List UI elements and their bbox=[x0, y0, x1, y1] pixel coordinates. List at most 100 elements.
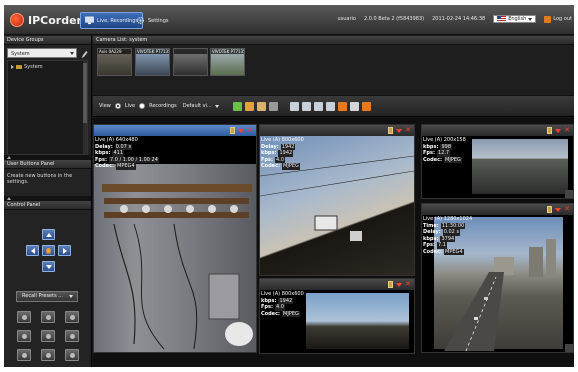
ptz-right-button[interactable] bbox=[58, 245, 71, 256]
camera-thumbnail[interactable]: VIVOTEK PT7135 bbox=[135, 48, 170, 76]
layout-select[interactable]: Default vi... bbox=[181, 103, 221, 109]
save-layout-icon[interactable] bbox=[256, 101, 266, 111]
user-buttons-title: User Buttons Panel bbox=[4, 160, 91, 169]
logo-icon bbox=[10, 13, 24, 27]
tile-menu-icon[interactable] bbox=[396, 282, 403, 287]
camera-list-title: Camera List: system bbox=[93, 36, 574, 45]
arrow-left-icon bbox=[30, 247, 35, 254]
tile-menu-icon[interactable] bbox=[396, 128, 403, 133]
rename-layout-icon[interactable] bbox=[244, 101, 254, 111]
video-tile[interactable]: ✕ Live (A) 800x600 Delay: 1942 kbps: 1942 bbox=[259, 124, 415, 276]
iris-open-button[interactable] bbox=[65, 330, 79, 342]
camera-settings-icon[interactable] bbox=[388, 281, 394, 288]
folder-icon bbox=[16, 65, 22, 69]
delete-layout-icon[interactable] bbox=[268, 101, 278, 111]
iris-close-button[interactable] bbox=[17, 330, 31, 342]
camera-thumbnail[interactable] bbox=[173, 48, 208, 76]
camera-settings-icon[interactable] bbox=[547, 206, 553, 213]
grid-bottom-splitter[interactable] bbox=[93, 362, 574, 367]
tile-header[interactable]: ✕ bbox=[422, 204, 573, 215]
ptz-left-button[interactable] bbox=[26, 245, 39, 256]
recordings-radio[interactable] bbox=[139, 103, 146, 109]
arrow-right-icon bbox=[62, 247, 67, 254]
tile-resize-handle[interactable] bbox=[565, 190, 573, 198]
video-tile[interactable]: ✕ Live (A) 800x600 kbps: 1942 Fps: 4.0 Cod… bbox=[259, 278, 415, 354]
video-tile[interactable]: ✕ Live (A) 1280x1024 Time: 11:30:00 Dela… bbox=[421, 203, 574, 353]
close-icon[interactable]: ✕ bbox=[564, 206, 570, 213]
grid-1x1-icon[interactable] bbox=[289, 101, 299, 111]
camera-thumbnail[interactable]: VIVOTEK PT7135 bbox=[210, 48, 245, 76]
video-tile[interactable]: ✕ Live (A) 200x158 kbps: 998 Fps: 12.7 Cod… bbox=[421, 124, 574, 199]
video-feed-rooftop-2[interactable] bbox=[306, 293, 409, 349]
panel-splitter[interactable] bbox=[4, 196, 91, 201]
zoom-out-button[interactable] bbox=[17, 311, 31, 323]
live-radio-label: Live bbox=[124, 103, 136, 109]
left-sidebar: Device Groups System System User Buttons… bbox=[4, 36, 92, 367]
camera-settings-icon[interactable] bbox=[547, 127, 553, 134]
aux-icon bbox=[21, 352, 27, 358]
ptz-down-button[interactable] bbox=[42, 261, 55, 272]
nav-settings[interactable]: Settings bbox=[132, 12, 173, 29]
close-all-icon[interactable] bbox=[361, 101, 371, 111]
layout-select-value: Default vi... bbox=[182, 103, 212, 109]
camera-thumbnails: Axis 0A229 VIVOTEK PT7135 VIVOTEK PT7135 bbox=[93, 45, 574, 95]
close-icon[interactable]: ✕ bbox=[247, 127, 253, 134]
tree-item-system[interactable]: System bbox=[11, 64, 43, 70]
auto-focus-button[interactable] bbox=[41, 330, 55, 342]
home-icon bbox=[45, 247, 52, 254]
close-icon[interactable]: ✕ bbox=[564, 127, 570, 134]
recordings-radio-label: Recordings bbox=[149, 103, 177, 109]
ptz-home-button[interactable] bbox=[42, 245, 55, 256]
iris-open-icon bbox=[69, 333, 75, 339]
device-group-select[interactable]: System bbox=[7, 48, 77, 58]
grid-3x3-icon[interactable] bbox=[313, 101, 323, 111]
zoom-in-button[interactable] bbox=[65, 311, 79, 323]
panel-splitter[interactable] bbox=[4, 155, 91, 160]
ptz-extra-button-1[interactable] bbox=[17, 349, 31, 361]
tile-controls: ✕ bbox=[230, 127, 253, 134]
stream-stats: Live (A) 1280x1024 Time: 11:30:00 Delay: 0… bbox=[423, 216, 472, 255]
view-toolbar: View Live Recordings Default vi... bbox=[93, 95, 574, 117]
video-feed-parking[interactable] bbox=[472, 139, 568, 194]
ptz-up-button[interactable] bbox=[42, 229, 55, 240]
zoom-in-icon bbox=[69, 314, 75, 320]
tile-header[interactable]: ✕ bbox=[260, 125, 414, 136]
stream-stats: Live (A) 800x600 kbps: 1942 Fps: 4.0 Codec… bbox=[261, 291, 304, 317]
video-feed-office[interactable] bbox=[94, 164, 256, 352]
add-layout-icon[interactable] bbox=[232, 101, 242, 111]
camera-settings-icon[interactable] bbox=[388, 127, 394, 134]
tile-resize-handle[interactable] bbox=[565, 344, 573, 352]
tile-menu-icon[interactable] bbox=[555, 207, 562, 212]
main-panel: Camera List: system Axis 0A229 VIVOTEK P… bbox=[93, 36, 574, 367]
camera-thumbnail[interactable]: Axis 0A229 bbox=[97, 48, 132, 76]
gear-icon bbox=[136, 16, 145, 25]
recall-presets-select[interactable]: Recall Presets ... bbox=[16, 291, 78, 302]
video-tile[interactable]: ✕ Live (A) 640x480 Delay: 0.07 s kbps: 411… bbox=[93, 124, 257, 353]
tile-menu-icon[interactable] bbox=[238, 128, 245, 133]
logout-icon bbox=[544, 15, 552, 23]
stream-stats: Live (A) 640x480 Delay: 0.07 s kbps: 411 F… bbox=[95, 137, 159, 170]
tile-header[interactable]: ✕ bbox=[260, 279, 414, 290]
tile-header[interactable]: ✕ bbox=[422, 125, 573, 136]
fullscreen-icon[interactable] bbox=[349, 101, 359, 111]
tile-menu-icon[interactable] bbox=[555, 128, 562, 133]
camera-settings-icon[interactable] bbox=[230, 127, 236, 134]
tree-scrollbar[interactable] bbox=[83, 61, 87, 154]
live-radio[interactable] bbox=[114, 103, 121, 109]
language-select[interactable]: English bbox=[493, 15, 537, 23]
focus-button[interactable] bbox=[41, 311, 55, 323]
ptz-extra-button-3[interactable] bbox=[65, 349, 79, 361]
stream-stats: Live (A) 800x600 Delay: 1942 kbps: 1942 Fp… bbox=[261, 137, 304, 170]
move-up-icon[interactable] bbox=[337, 101, 347, 111]
expand-arrow-icon[interactable] bbox=[11, 65, 14, 69]
edit-pencil-icon[interactable] bbox=[81, 50, 88, 59]
logout-button[interactable]: Log out bbox=[544, 15, 572, 23]
ptz-extra-button-2[interactable] bbox=[41, 349, 55, 361]
close-icon[interactable]: ✕ bbox=[405, 281, 411, 288]
grid-4x4-icon[interactable] bbox=[325, 101, 335, 111]
tree-scrollbar-thumb[interactable] bbox=[83, 63, 87, 123]
current-datetime: 2011-02-24 14:46:38 bbox=[432, 16, 486, 22]
close-icon[interactable]: ✕ bbox=[405, 127, 411, 134]
tile-header[interactable]: ✕ bbox=[94, 125, 256, 136]
grid-2x2-icon[interactable] bbox=[301, 101, 311, 111]
